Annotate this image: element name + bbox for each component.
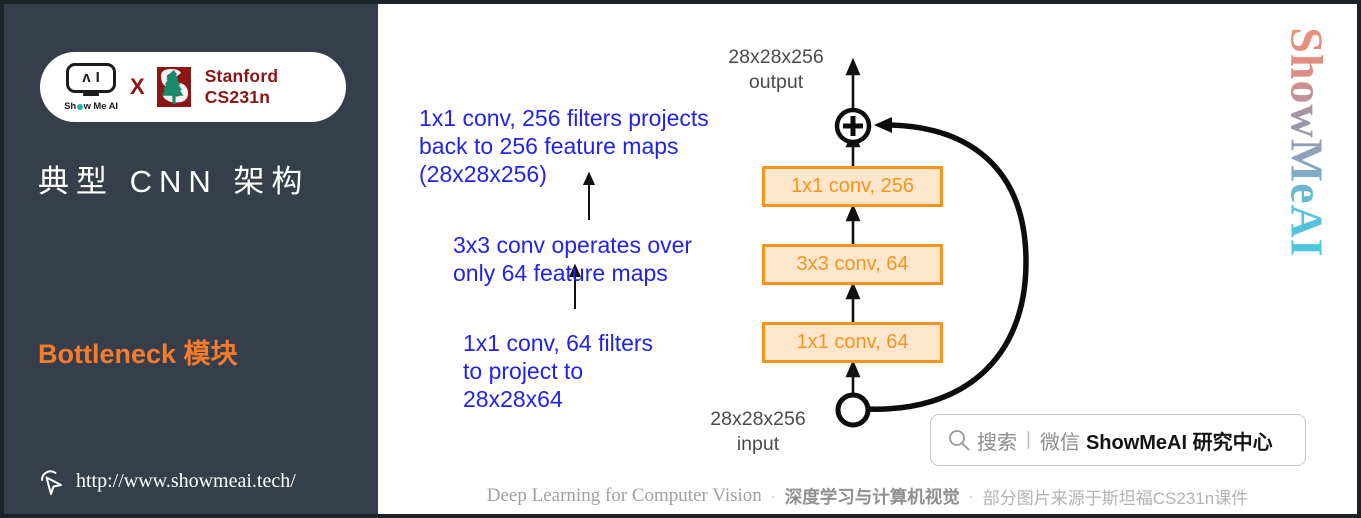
robot-chin (83, 93, 99, 96)
stanford-line-2: CS231n (204, 87, 271, 107)
footer-bar: Deep Learning for Computer Vision · 深度学习… (378, 474, 1357, 518)
annotation-1x1-256: 1x1 conv, 256 filters projects back to 2… (419, 105, 709, 188)
bottleneck-diagram: 28x28x256 output 28x28x256 input 1x1 con… (378, 4, 1357, 474)
conv-block-3x3-64[interactable]: 3x3 conv, 64 (762, 244, 943, 285)
search-divider: | (1026, 429, 1031, 450)
showmeai-wordmark: Sh w Me AI (64, 101, 118, 112)
stanford-cs231n-label: Stanford CS231n (205, 66, 279, 109)
robot-eye-left: ʌ (82, 69, 91, 86)
search-icon (949, 430, 970, 451)
footer-english: Deep Learning for Computer Vision (486, 485, 762, 506)
input-dim-label: 28x28x256 input (710, 408, 806, 455)
robot-head-icon: ʌ I (66, 62, 116, 96)
page-title: 典型 CNN 架构 (38, 164, 310, 199)
showmeai-wordmark-pre: Sh (64, 100, 77, 112)
teal-dot-icon (76, 103, 84, 111)
site-url-row[interactable]: http://www.showmeai.tech/ (36, 466, 296, 496)
annotation-1x1-64: 1x1 conv, 64 filters to project to 28x28… (463, 330, 654, 413)
conv-block-1x1-64[interactable]: 1x1 conv, 64 (762, 322, 943, 363)
wechat-search-box[interactable]: 搜索 | 微信 ShowMeAI 研究中心 (930, 414, 1306, 466)
split-circle-icon (835, 392, 871, 428)
conv-block-1x1-256[interactable]: 1x1 conv, 256 (762, 166, 943, 207)
footer-separator-2: · (968, 487, 974, 505)
cursor-arrow-icon (40, 470, 62, 495)
search-brand: ShowMeAI 研究中心 (1085, 431, 1273, 454)
annotation-3x3-64: 3x3 conv operates over only 64 feature m… (453, 232, 693, 287)
showmeai-wordmark-post: w Me AI (83, 100, 118, 112)
output-dim-label: 28x28x256 output (728, 46, 824, 93)
site-url-label: http://www.showmeai.tech/ (76, 469, 296, 492)
footer-source-note: 部分图片来源于斯坦福CS231n课件 (982, 488, 1249, 508)
page-subtitle: Bottleneck 模块 (38, 339, 238, 369)
logo-pill: ʌ I Sh w Me AI X Stanford CS231n (40, 52, 346, 122)
content-panel: 28x28x256 output 28x28x256 input 1x1 con… (378, 0, 1361, 518)
cross-symbol: X (130, 74, 145, 99)
robot-eye-right: I (95, 69, 100, 86)
slide: ʌ I Sh w Me AI X Stanford CS231n 典型 CNN 架… (0, 0, 1361, 518)
stanford-tree-icon (156, 67, 191, 107)
search-placeholder: 搜索 (977, 431, 1017, 454)
sidebar: ʌ I Sh w Me AI X Stanford CS231n 典型 CNN 架… (0, 0, 378, 518)
search-channel: 微信 (1039, 431, 1080, 454)
footer-separator-1: · (770, 487, 776, 505)
skip-arrowhead (874, 117, 892, 133)
stanford-line-1: Stanford (204, 65, 279, 86)
footer-chinese-title: 深度学习与计算机视觉 (784, 486, 960, 507)
showmeai-logo: ʌ I Sh w Me AI (58, 62, 124, 112)
